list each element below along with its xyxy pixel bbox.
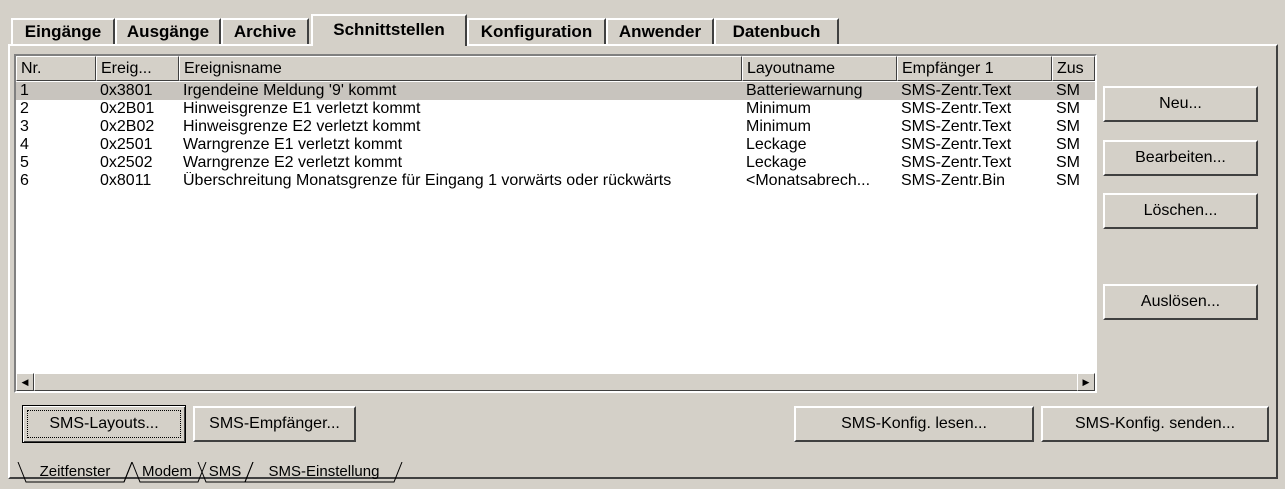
sheet-tab-sms-einstellung[interactable]: SMS-Einstellung	[254, 462, 394, 484]
sheet-tab-zeitfenster[interactable]: Zeitfenster	[26, 462, 124, 484]
cell-event-name: Hinweisgrenze E1 verletzt kommt	[183, 100, 421, 117]
cell-layout-name: Minimum	[746, 100, 811, 117]
trigger-button[interactable]: Auslösen...	[1103, 284, 1258, 320]
edit-button[interactable]: Bearbeiten...	[1103, 140, 1258, 176]
cell-additional: SM	[1056, 154, 1080, 171]
sms-layouts-button[interactable]: SMS-Layouts...	[22, 405, 186, 443]
cell-event-name: Überschreitung Monatsgrenze für Eingang …	[183, 172, 672, 189]
table-row[interactable]: 3 0x2B02 Hinweisgrenze E2 verletzt kommt Mi…	[16, 118, 1095, 136]
cell-recipient-1: SMS-Zentr.Text	[901, 154, 1012, 171]
cell-additional: SM	[1056, 172, 1080, 189]
cell-layout-name: <Monatsabrech...	[746, 172, 871, 189]
cell-nr: 4	[20, 136, 29, 153]
sms-layouts-label: SMS-Layouts...	[49, 415, 159, 432]
tab-ausgaenge[interactable]: Ausgänge	[115, 18, 221, 44]
cell-event-code: 0x8011	[100, 172, 152, 189]
table-row[interactable]: 2 0x2B01 Hinweisgrenze E1 verletzt kommt Mi…	[16, 100, 1095, 118]
scroll-right-icon[interactable]: ▶	[1077, 373, 1095, 391]
cell-event-name: Hinweisgrenze E2 verletzt kommt	[183, 118, 421, 135]
column-header-event-name[interactable]: Ereignisname	[179, 56, 742, 81]
column-header-event-code[interactable]: Ereig...	[96, 56, 179, 81]
sheet-tab-modem[interactable]: Modem	[134, 462, 200, 484]
send-sms-config-button[interactable]: SMS-Konfig. senden...	[1041, 406, 1269, 442]
cell-recipient-1: SMS-Zentr.Text	[901, 118, 1012, 135]
list-header: Nr. Ereig... Ereignisname Layoutname Emp…	[16, 56, 1095, 81]
cell-event-code: 0x2501	[100, 136, 153, 153]
cell-nr: 6	[20, 172, 29, 189]
cell-nr: 3	[20, 118, 29, 135]
tab-eingaenge[interactable]: Eingänge	[11, 18, 115, 44]
scrollbar-thumb[interactable]	[34, 373, 1086, 391]
table-row[interactable]: 5 0x2502 Warngrenze E2 verletzt kommt Lecka…	[16, 154, 1095, 172]
tab-schnittstellen[interactable]: Schnittstellen	[311, 14, 467, 46]
table-row[interactable]: 4 0x2501 Warngrenze E1 verletzt kommt Lecka…	[16, 136, 1095, 154]
read-sms-config-button[interactable]: SMS-Konfig. lesen...	[794, 406, 1034, 442]
cell-additional: SM	[1056, 136, 1080, 153]
column-header-nr[interactable]: Nr.	[16, 56, 96, 81]
tab-datenbuch[interactable]: Datenbuch	[714, 18, 839, 44]
cell-event-name: Warngrenze E1 verletzt kommt	[183, 136, 403, 153]
cell-layout-name: Leckage	[746, 136, 807, 153]
column-header-additional[interactable]: Zus	[1052, 56, 1095, 81]
scroll-left-icon[interactable]: ◀	[16, 373, 34, 391]
cell-recipient-1: SMS-Zentr.Text	[901, 136, 1012, 153]
cell-event-code: 0x2502	[100, 154, 153, 171]
tab-konfiguration[interactable]: Konfiguration	[467, 18, 606, 44]
cell-recipient-1: SMS-Zentr.Text	[901, 100, 1012, 117]
sheet-tab-sms[interactable]: SMS	[202, 462, 248, 484]
cell-recipient-1: SMS-Zentr.Bin	[901, 172, 1006, 189]
table-row[interactable]: 1 0x3801 Irgendeine Meldung '9' kommt Batte…	[16, 82, 1095, 100]
cell-event-name: Warngrenze E2 verletzt kommt	[183, 154, 403, 171]
cell-layout-name: Leckage	[746, 154, 807, 171]
sms-events-list[interactable]: Nr. Ereig... Ereignisname Layoutname Emp…	[14, 54, 1097, 393]
cell-recipient-1: SMS-Zentr.Text	[901, 82, 1012, 99]
cell-event-code: 0x3801	[100, 82, 153, 99]
cell-additional: SM	[1056, 118, 1080, 135]
cell-event-code: 0x2B02	[100, 118, 155, 135]
cell-event-code: 0x2B01	[100, 100, 155, 117]
tab-archive[interactable]: Archive	[221, 18, 309, 44]
new-button[interactable]: Neu...	[1103, 86, 1258, 122]
cell-layout-name: Batteriewarnung	[746, 82, 863, 99]
delete-button[interactable]: Löschen...	[1103, 193, 1258, 229]
column-header-recipient-1[interactable]: Empfänger 1	[897, 56, 1052, 81]
cell-nr: 5	[20, 154, 29, 171]
cell-additional: SM	[1056, 82, 1080, 99]
cell-additional: SM	[1056, 100, 1080, 117]
tab-anwender[interactable]: Anwender	[606, 18, 714, 44]
cell-nr: 1	[20, 82, 29, 99]
sms-recipients-button[interactable]: SMS-Empfänger...	[193, 406, 356, 442]
cell-event-name: Irgendeine Meldung '9' kommt	[183, 82, 397, 99]
cell-nr: 2	[20, 100, 29, 117]
table-row[interactable]: 6 0x8011 Überschreitung Monatsgrenze für E…	[16, 172, 1095, 190]
horizontal-scrollbar[interactable]: ◀ ▶	[16, 373, 1095, 391]
column-header-layout-name[interactable]: Layoutname	[742, 56, 897, 81]
cell-layout-name: Minimum	[746, 118, 811, 135]
